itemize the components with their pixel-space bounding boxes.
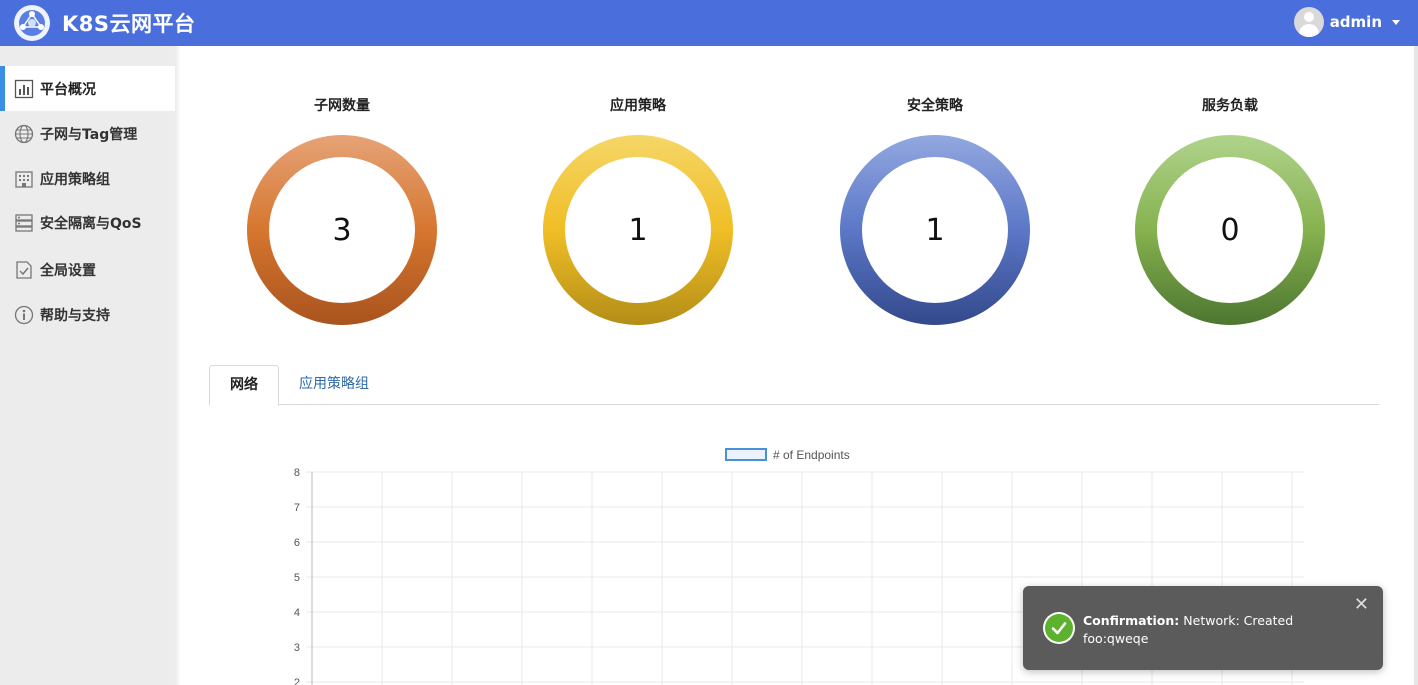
toast-message: Confirmation: Network: Created foo:qweqe [1083, 612, 1353, 648]
sidebar-item-security-qos[interactable]: 安全隔离与QoS [0, 200, 175, 245]
stat-ring: 3 [247, 135, 437, 325]
stat-title: 安全策略 [907, 98, 963, 114]
building-icon [14, 169, 34, 189]
user-menu[interactable]: admin [1293, 7, 1400, 37]
bar-chart-icon [14, 79, 34, 99]
stat-value: 1 [862, 157, 1008, 303]
settings-doc-icon [14, 260, 34, 280]
stat-ring: 1 [543, 135, 733, 325]
sidebar-item-label: 安全隔离与QoS [40, 215, 142, 232]
legend-swatch [725, 448, 767, 461]
sidebar-item-label: 全局设置 [40, 262, 96, 279]
stat-value: 0 [1157, 157, 1303, 303]
check-icon [1043, 612, 1075, 644]
username: admin [1329, 13, 1382, 31]
y-tick-label: 3 [294, 642, 300, 654]
stat-app-policy: 应用策略 1 [538, 95, 738, 325]
stat-title: 子网数量 [314, 98, 370, 114]
sidebar-item-label: 平台概况 [40, 81, 96, 98]
avatar [1293, 7, 1324, 37]
stat-ring: 1 [840, 135, 1030, 325]
confirmation-toast: Confirmation: Network: Created foo:qweqe… [1023, 586, 1383, 670]
y-tick-label: 5 [294, 572, 300, 584]
sidebar-item-global-settings[interactable]: 全局设置 [0, 247, 175, 292]
tab-bar: 网络 应用策略组 [209, 365, 1379, 406]
stat-security-policy: 安全策略 1 [835, 95, 1035, 325]
stat-service-load: 服务负载 0 [1130, 95, 1330, 325]
stat-title: 服务负载 [1202, 98, 1258, 114]
logo-icon[interactable] [14, 5, 50, 41]
y-tick-label: 8 [294, 467, 300, 479]
y-tick-label: 6 [294, 537, 300, 549]
sidebar-item-label: 子网与Tag管理 [40, 126, 138, 143]
stat-ring: 0 [1135, 135, 1325, 325]
sidebar-item-label: 帮助与支持 [40, 307, 110, 324]
sidebar-item-overview[interactable]: 平台概况 [0, 66, 175, 111]
y-tick-label: 7 [294, 502, 300, 514]
tab-network[interactable]: 网络 [209, 365, 279, 406]
scrollbar[interactable] [1414, 46, 1418, 685]
toast-title: Confirmation: [1083, 613, 1180, 628]
toast-detail: foo:qweqe [1083, 631, 1149, 646]
close-icon[interactable]: ✕ [1354, 596, 1369, 614]
stat-value: 1 [565, 157, 711, 303]
info-icon [14, 305, 34, 325]
stat-subnet-count: 子网数量 3 [242, 95, 442, 325]
caret-down-icon [1392, 19, 1400, 25]
y-tick-label: 4 [294, 607, 300, 619]
tab-app-policy-group[interactable]: 应用策略组 [289, 365, 379, 405]
server-icon [14, 213, 34, 233]
stat-title: 应用策略 [610, 98, 666, 114]
sidebar-item-app-policy-group[interactable]: 应用策略组 [0, 156, 175, 201]
globe-icon [14, 124, 34, 144]
sidebar-item-help[interactable]: 帮助与支持 [0, 292, 175, 337]
toast-body: Network: Created [1183, 613, 1294, 628]
stat-value: 3 [269, 157, 415, 303]
top-navbar: K8S云网平台 admin [0, 0, 1418, 46]
y-tick-label: 2 [294, 677, 300, 685]
sidebar-item-label: 应用策略组 [40, 171, 110, 188]
sidebar-item-subnet-tag[interactable]: 子网与Tag管理 [0, 111, 175, 156]
legend-label: # of Endpoints [773, 448, 850, 462]
brand-title[interactable]: K8S云网平台 [62, 8, 196, 38]
sidebar-shadow [175, 46, 181, 685]
